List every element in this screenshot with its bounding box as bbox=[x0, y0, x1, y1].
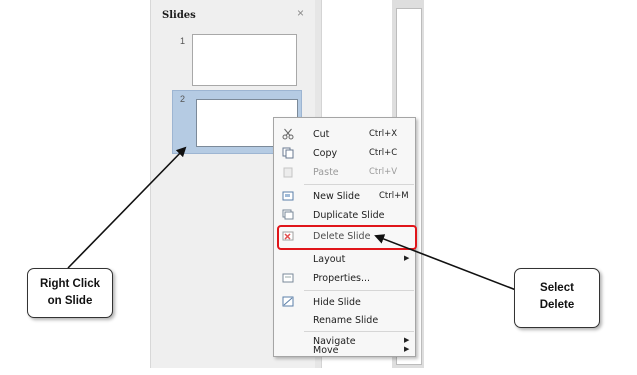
callout-right-click-line2: on Slide bbox=[47, 295, 93, 307]
callout-select-delete: Select Delete bbox=[514, 268, 600, 328]
callout-right-click: Right Click on Slide bbox=[27, 268, 113, 318]
callout-select-delete-line1: Select bbox=[540, 282, 574, 294]
callout-right-click-line1: Right Click bbox=[39, 278, 101, 290]
callout-select-delete-line2: Delete bbox=[539, 299, 575, 311]
arrow-to-slide bbox=[67, 146, 187, 269]
arrow-to-delete bbox=[374, 234, 517, 291]
